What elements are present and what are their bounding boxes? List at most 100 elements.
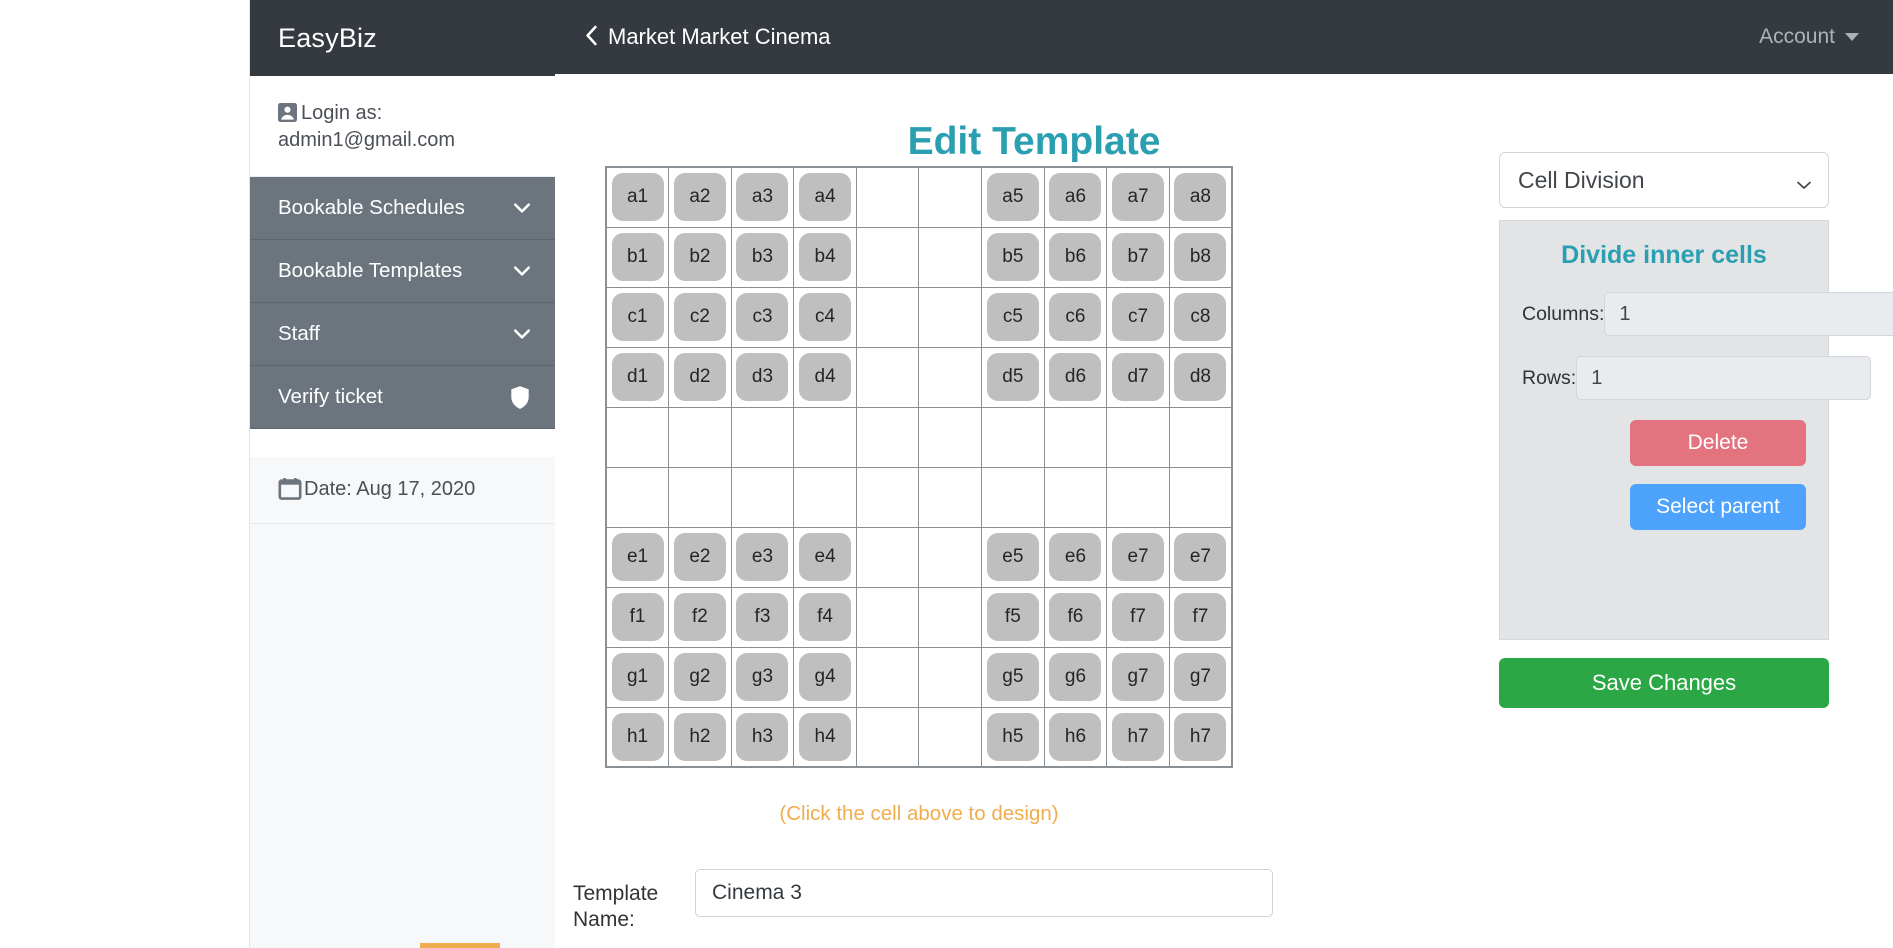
seat-cell[interactable]: d1 <box>605 346 670 408</box>
seat-e1[interactable]: e1 <box>611 533 664 581</box>
seat-c5[interactable]: c5 <box>986 293 1039 341</box>
seat-d8[interactable]: d8 <box>1174 353 1227 401</box>
seat-g4[interactable]: g4 <box>799 653 852 701</box>
seat-cell[interactable]: h7 <box>1168 706 1233 768</box>
seat-cell[interactable]: e7 <box>1106 526 1170 588</box>
seat-cell[interactable]: g4 <box>793 646 857 708</box>
seat-c3[interactable]: c3 <box>736 293 789 341</box>
seat-cell[interactable]: g2 <box>668 646 732 708</box>
seat-cell[interactable]: b8 <box>1168 226 1233 288</box>
seat-a5[interactable]: a5 <box>986 173 1039 222</box>
seat-g5[interactable]: g5 <box>986 653 1039 701</box>
seat-cell[interactable]: e7 <box>1168 526 1233 588</box>
seat-cell[interactable]: c7 <box>1106 286 1170 348</box>
seat-d6[interactable]: d6 <box>1049 353 1102 401</box>
seat-a6[interactable]: a6 <box>1049 173 1102 222</box>
seat-c2[interactable]: c2 <box>673 293 726 341</box>
seat-cell[interactable]: g3 <box>730 646 795 708</box>
seat-e6[interactable]: e6 <box>1049 533 1102 581</box>
seat-cell[interactable]: f1 <box>605 586 670 648</box>
seat-cell[interactable]: d3 <box>730 346 795 408</box>
back-to-market-market-cinema[interactable]: Market Market Cinema <box>585 24 831 50</box>
seat-cell[interactable]: a8 <box>1168 166 1233 228</box>
seat-cell[interactable]: h3 <box>730 706 795 768</box>
seat-e7[interactable]: e7 <box>1174 533 1227 581</box>
seat-g6[interactable]: g6 <box>1049 653 1102 701</box>
seat-c6[interactable]: c6 <box>1049 293 1102 341</box>
seat-cell[interactable]: c8 <box>1168 286 1233 348</box>
sidebar-item-verify-ticket[interactable]: Verify ticket <box>250 366 555 429</box>
seat-cell[interactable]: g1 <box>605 646 670 708</box>
seat-cell[interactable]: c3 <box>730 286 795 348</box>
seat-cell[interactable]: h4 <box>793 706 857 768</box>
seat-d2[interactable]: d2 <box>673 353 726 401</box>
select-parent-button[interactable]: Select parent <box>1630 484 1806 530</box>
seat-f3[interactable]: f3 <box>736 593 789 641</box>
seat-cell[interactable]: d6 <box>1043 346 1108 408</box>
seat-c1[interactable]: c1 <box>611 293 664 341</box>
seat-cell[interactable]: a2 <box>668 166 732 228</box>
delete-button[interactable]: Delete <box>1630 420 1806 466</box>
seat-d1[interactable]: d1 <box>611 353 664 401</box>
seat-cell[interactable]: f3 <box>730 586 795 648</box>
seat-h5[interactable]: h5 <box>986 712 1039 761</box>
seat-a7[interactable]: a7 <box>1112 173 1165 222</box>
seat-cell[interactable]: f7 <box>1168 586 1233 648</box>
seat-h7[interactable]: h7 <box>1174 712 1227 761</box>
template-name-input[interactable] <box>695 869 1273 917</box>
seat-h7[interactable]: h7 <box>1112 712 1165 761</box>
seat-cell[interactable]: d5 <box>981 346 1045 408</box>
seat-e2[interactable]: e2 <box>673 533 726 581</box>
seat-cell[interactable]: f5 <box>981 586 1045 648</box>
seat-b8[interactable]: b8 <box>1174 233 1227 281</box>
seat-b3[interactable]: b3 <box>736 233 789 281</box>
seat-h3[interactable]: h3 <box>736 712 789 761</box>
seat-b2[interactable]: b2 <box>673 233 726 281</box>
seat-cell[interactable]: e1 <box>605 526 670 588</box>
seat-f6[interactable]: f6 <box>1049 593 1102 641</box>
seat-e7[interactable]: e7 <box>1112 533 1165 581</box>
seat-cell[interactable]: a6 <box>1043 166 1108 228</box>
seat-cell[interactable]: c2 <box>668 286 732 348</box>
seat-a1[interactable]: a1 <box>611 173 664 222</box>
seat-f5[interactable]: f5 <box>986 593 1039 641</box>
seat-c8[interactable]: c8 <box>1174 293 1227 341</box>
rows-input[interactable] <box>1576 356 1872 400</box>
seat-f1[interactable]: f1 <box>611 593 664 641</box>
seat-cell[interactable]: e2 <box>668 526 732 588</box>
seat-cell[interactable]: b4 <box>793 226 857 288</box>
seat-cell[interactable]: f7 <box>1106 586 1170 648</box>
seat-cell[interactable]: d2 <box>668 346 732 408</box>
seat-cell[interactable]: d7 <box>1106 346 1170 408</box>
seat-cell[interactable]: b6 <box>1043 226 1108 288</box>
seat-cell[interactable]: c4 <box>793 286 857 348</box>
seat-d3[interactable]: d3 <box>736 353 789 401</box>
seat-cell[interactable]: h2 <box>668 706 732 768</box>
seat-cell[interactable]: e4 <box>793 526 857 588</box>
seat-f4[interactable]: f4 <box>799 593 852 641</box>
save-changes-button[interactable]: Save Changes <box>1499 658 1829 708</box>
seat-g7[interactable]: g7 <box>1174 653 1227 701</box>
seat-e3[interactable]: e3 <box>736 533 789 581</box>
account-dropdown[interactable]: Account <box>1759 25 1859 49</box>
sidebar-item-staff[interactable]: Staff <box>250 303 555 366</box>
seat-cell[interactable]: c6 <box>1043 286 1108 348</box>
seat-e5[interactable]: e5 <box>986 533 1039 581</box>
seat-cell[interactable]: a7 <box>1106 166 1170 228</box>
seat-cell[interactable]: b1 <box>605 226 670 288</box>
seat-cell[interactable]: c1 <box>605 286 670 348</box>
seat-cell[interactable]: b5 <box>981 226 1045 288</box>
seat-f2[interactable]: f2 <box>673 593 726 641</box>
seat-cell[interactable]: b3 <box>730 226 795 288</box>
seat-cell[interactable]: f6 <box>1043 586 1108 648</box>
seat-g3[interactable]: g3 <box>736 653 789 701</box>
seat-d5[interactable]: d5 <box>986 353 1039 401</box>
columns-input[interactable] <box>1604 292 1893 336</box>
seat-cell[interactable]: a5 <box>981 166 1045 228</box>
seat-a8[interactable]: a8 <box>1174 173 1227 222</box>
seat-cell[interactable]: b7 <box>1106 226 1170 288</box>
seat-cell[interactable]: h5 <box>981 706 1045 768</box>
sidebar-item-bookable-templates[interactable]: Bookable Templates <box>250 240 555 303</box>
mode-select[interactable]: Cell Division <box>1499 152 1829 208</box>
seat-cell[interactable]: f4 <box>793 586 857 648</box>
